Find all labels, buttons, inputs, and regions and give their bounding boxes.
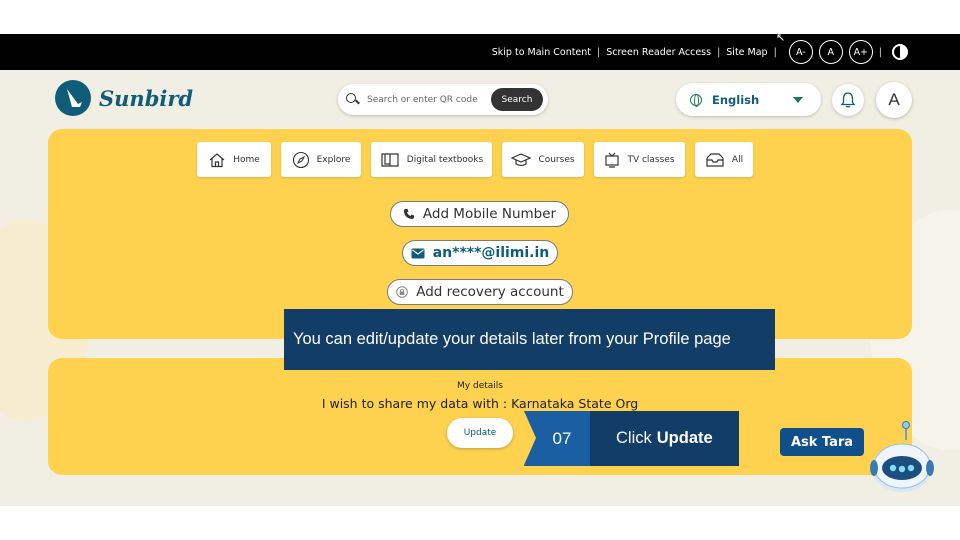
tab-all[interactable]: All — [695, 142, 753, 177]
update-button[interactable]: Update — [447, 418, 513, 448]
my-details-card — [48, 358, 912, 475]
add-recovery-label: Add recovery account — [416, 284, 564, 300]
robot-assistant[interactable] — [866, 420, 938, 501]
font-decrease-button[interactable]: A- — [788, 40, 813, 64]
separator: | — [597, 46, 601, 58]
callout-pointer — [524, 411, 536, 465]
bird-logo-icon — [55, 80, 91, 116]
contrast-toggle-icon[interactable] — [892, 44, 908, 60]
separator: | — [878, 46, 882, 58]
step-callout: 07 Click Update — [524, 411, 739, 466]
brand-logo[interactable]: Sunbird — [55, 80, 193, 116]
share-data-text: I wish to share my data with : Karnataka… — [321, 396, 639, 411]
home-icon — [209, 152, 225, 167]
tab-digital-textbooks[interactable]: Digital textbooks — [371, 142, 492, 177]
tv-icon — [605, 152, 620, 168]
envelope-icon — [411, 248, 425, 258]
separator: | — [773, 46, 777, 58]
mouse-cursor-icon: ↖ — [776, 32, 786, 44]
add-mobile-label: Add Mobile Number — [422, 206, 557, 222]
search-bar: Search — [338, 84, 548, 115]
tab-label: TV classes — [627, 154, 675, 165]
step-number-box: 07 — [524, 411, 590, 466]
tab-explore[interactable]: Explore — [281, 142, 361, 177]
inbox-icon — [706, 152, 724, 167]
notification-button[interactable] — [832, 84, 864, 116]
site-map-link[interactable]: Site Map — [726, 47, 767, 58]
book-icon — [381, 152, 399, 167]
search-input[interactable] — [367, 94, 489, 105]
tab-label: Explore — [316, 154, 351, 165]
brand-name: Sunbird — [99, 85, 194, 111]
add-mobile-button[interactable]: Add Mobile Number — [390, 201, 569, 227]
step-number: 07 — [552, 428, 572, 448]
globe-icon — [690, 93, 702, 107]
search-button[interactable]: Search — [491, 88, 543, 111]
separator: | — [717, 46, 721, 58]
tab-label: Digital textbooks — [406, 154, 484, 165]
email-value: an****@ilimi.in — [432, 245, 550, 261]
language-value: English — [712, 92, 760, 107]
accessibility-bar: Skip to Main Content | Screen Reader Acc… — [0, 34, 960, 70]
compass-icon — [292, 151, 309, 168]
tab-label: All — [731, 154, 744, 165]
details-heading: My details — [457, 381, 503, 391]
ask-tara-button[interactable]: Ask Tara — [780, 428, 864, 456]
search-icon — [346, 93, 359, 106]
bell-icon — [840, 92, 856, 108]
screen-reader-link[interactable]: Screen Reader Access — [606, 47, 711, 58]
robot-icon — [870, 421, 934, 492]
chevron-down-icon — [793, 97, 803, 103]
email-pill[interactable]: an****@ilimi.in — [402, 240, 558, 266]
step-instruction: Click Update — [590, 411, 739, 466]
tooltip-text: You can edit/update your details later f… — [293, 330, 731, 348]
app-body: Sunbird Search English A Home — [0, 70, 960, 506]
tab-courses[interactable]: Courses — [502, 142, 584, 177]
screen: Skip to Main Content | Screen Reader Acc… — [0, 0, 960, 540]
tutorial-tooltip: You can edit/update your details later f… — [284, 309, 775, 370]
tab-home[interactable]: Home — [197, 142, 271, 177]
tab-tv-classes[interactable]: TV classes — [594, 142, 685, 177]
phone-icon — [403, 209, 414, 219]
step-instruction-prefix: Click — [616, 429, 652, 447]
language-select[interactable]: English — [676, 83, 821, 116]
avatar[interactable]: A — [876, 82, 912, 118]
step-instruction-target: Update — [656, 429, 713, 447]
skip-to-main-link[interactable]: Skip to Main Content — [492, 47, 591, 58]
lock-icon — [396, 286, 409, 298]
graduation-cap-icon — [511, 152, 532, 166]
font-normal-button[interactable]: A — [818, 40, 843, 64]
tab-label: Home — [233, 154, 260, 165]
tab-label: Courses — [538, 154, 575, 165]
font-increase-button[interactable]: A+ — [848, 40, 873, 64]
add-recovery-button[interactable]: Add recovery account — [387, 279, 573, 305]
